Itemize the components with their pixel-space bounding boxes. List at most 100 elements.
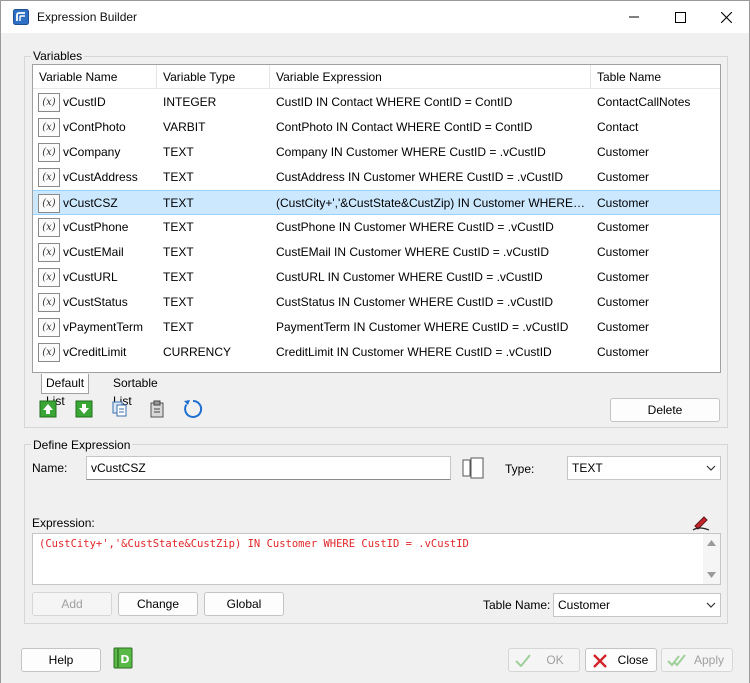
- name-input[interactable]: vCustCSZ: [86, 456, 451, 480]
- global-button[interactable]: Global: [204, 592, 284, 616]
- cell-table-name: Customer: [597, 170, 650, 184]
- tab-default-list[interactable]: Default List: [41, 374, 90, 408]
- cell-variable-type: TEXT: [163, 245, 194, 259]
- cell-variable-type: TEXT: [163, 270, 194, 284]
- title-bar[interactable]: Expression Builder: [1, 1, 749, 33]
- table-row[interactable]: (x) vCustID INTEGER CustID IN Contact WHERE…: [33, 90, 720, 115]
- delete-button[interactable]: Delete: [610, 398, 720, 422]
- book-icon[interactable]: D: [111, 646, 135, 670]
- ok-button[interactable]: OK: [508, 648, 580, 672]
- table-row[interactable]: (x) vCustAddress TEXT CustAddress IN Custom…: [33, 165, 720, 190]
- close-label: Close: [617, 653, 649, 667]
- window-title: Expression Builder: [37, 10, 138, 24]
- column-variable-type[interactable]: Variable Type: [157, 65, 270, 89]
- variable-icon: (x): [38, 168, 60, 187]
- edit-pencil-icon[interactable]: [691, 513, 711, 531]
- cell-variable-expression: CustStatus IN Customer WHERE CustID = .v…: [276, 295, 554, 309]
- cell-variable-expression: CustID IN Contact WHERE ContID = ContID: [276, 95, 513, 109]
- cell-table-name: ContactCallNotes: [597, 95, 691, 109]
- table-row[interactable]: (x) vPaymentTerm TEXT PaymentTerm IN Custom…: [33, 315, 720, 340]
- name-label: Name:: [32, 461, 68, 475]
- scroll-down-icon[interactable]: [707, 572, 716, 578]
- variable-icon: (x): [38, 194, 60, 213]
- minimize-button[interactable]: [611, 1, 657, 33]
- copy-icon[interactable]: [111, 400, 129, 418]
- cell-variable-name: vCustPhone: [63, 220, 129, 234]
- type-select[interactable]: TEXT: [567, 456, 721, 480]
- paste-icon[interactable]: [148, 400, 166, 418]
- check-icon: [515, 654, 531, 667]
- type-label: Type:: [505, 462, 535, 476]
- columns-icon[interactable]: [461, 457, 485, 479]
- cell-variable-name: vPaymentTerm: [63, 320, 144, 334]
- column-table-name[interactable]: Table Name: [591, 65, 720, 89]
- table-name-select[interactable]: Customer: [553, 593, 721, 617]
- variable-icon: (x): [38, 293, 60, 312]
- cell-variable-type: CURRENCY: [163, 345, 232, 359]
- cell-variable-expression: CustPhone IN Customer WHERE CustID = .vC…: [276, 220, 554, 234]
- table-row[interactable]: (x) vCreditLimit CURRENCY CreditLimit IN Cu…: [33, 340, 720, 365]
- expression-text: (CustCity+','&CustState&CustZip) IN Cust…: [39, 538, 469, 550]
- variable-icon: (x): [38, 268, 60, 287]
- cell-variable-type: TEXT: [163, 196, 194, 210]
- red-x-icon: [593, 654, 607, 668]
- close-window-button[interactable]: [703, 1, 749, 33]
- refresh-icon[interactable]: [182, 398, 204, 420]
- table-row[interactable]: (x) vCustCSZ TEXT (CustCity+','&CustState&C…: [33, 190, 720, 215]
- close-button[interactable]: Close: [585, 648, 657, 672]
- cell-variable-type: INTEGER: [163, 95, 217, 109]
- move-up-icon[interactable]: [39, 400, 57, 418]
- cell-variable-name: vCustAddress: [63, 170, 138, 184]
- cell-variable-expression: ContPhoto IN Contact WHERE ContID = Cont…: [276, 120, 533, 134]
- cell-variable-type: TEXT: [163, 295, 194, 309]
- variables-group-label: Variables: [31, 49, 85, 63]
- maximize-icon: [674, 11, 686, 23]
- maximize-button[interactable]: [657, 1, 703, 33]
- add-button[interactable]: Add: [32, 592, 112, 616]
- move-down-icon[interactable]: [75, 400, 93, 418]
- cell-variable-expression: CustEMail IN Customer WHERE CustID = .vC…: [276, 245, 550, 259]
- type-select-value: TEXT: [572, 461, 603, 475]
- variable-icon: (x): [38, 243, 60, 262]
- chevron-down-icon: [706, 465, 716, 471]
- cell-variable-type: TEXT: [163, 170, 194, 184]
- table-row[interactable]: (x) vCustURL TEXT CustURL IN Customer WHERE…: [33, 265, 720, 290]
- cell-variable-name: vCreditLimit: [63, 345, 127, 359]
- table-row[interactable]: (x) vCustStatus TEXT CustStatus IN Customer…: [33, 290, 720, 315]
- minimize-icon: [629, 16, 639, 18]
- help-button[interactable]: Help: [21, 648, 101, 672]
- table-row[interactable]: (x) vCustPhone TEXT CustPhone IN Customer W…: [33, 215, 720, 240]
- tab-sortable-list[interactable]: Sortable List: [109, 374, 162, 408]
- cell-variable-name: vCompany: [63, 145, 121, 159]
- cell-variable-name: vCustStatus: [63, 295, 128, 309]
- cell-table-name: Customer: [597, 270, 650, 284]
- table-row[interactable]: (x) vCustEMail TEXT CustEMail IN Customer W…: [33, 240, 720, 265]
- change-button[interactable]: Change: [118, 592, 198, 616]
- cell-variable-type: VARBIT: [163, 120, 206, 134]
- cell-variable-name: vCustURL: [63, 270, 118, 284]
- table-row[interactable]: (x) vCompany TEXT Company IN Customer WHERE…: [33, 140, 720, 165]
- svg-text:D: D: [120, 653, 129, 666]
- cell-variable-name: vCustID: [63, 95, 106, 109]
- table-row[interactable]: (x) vContPhoto VARBIT ContPhoto IN Contact …: [33, 115, 720, 140]
- cell-variable-expression: CustURL IN Customer WHERE CustID = .vCus…: [276, 270, 543, 284]
- column-variable-name[interactable]: Variable Name: [33, 65, 157, 89]
- expression-label: Expression:: [32, 516, 95, 530]
- cell-table-name: Contact: [597, 120, 639, 134]
- table-name-label: Table Name:: [483, 598, 551, 612]
- expression-scrollbar[interactable]: [703, 534, 720, 584]
- cell-variable-type: TEXT: [163, 145, 194, 159]
- column-variable-expression[interactable]: Variable Expression: [270, 65, 591, 89]
- app-icon: [13, 9, 29, 25]
- cell-table-name: Customer: [597, 345, 650, 359]
- expression-builder-window: Expression Builder Variables Variable Na…: [0, 0, 750, 683]
- scroll-up-icon[interactable]: [707, 540, 716, 546]
- cell-variable-type: TEXT: [163, 220, 194, 234]
- cell-table-name: Customer: [597, 295, 650, 309]
- cell-variable-type: TEXT: [163, 320, 194, 334]
- expression-textarea[interactable]: (CustCity+','&CustState&CustZip) IN Cust…: [32, 533, 721, 585]
- variables-list[interactable]: Variable Name Variable Type Variable Exp…: [32, 64, 721, 373]
- apply-button[interactable]: Apply: [661, 648, 733, 672]
- cell-variable-name: vContPhoto: [63, 120, 126, 134]
- cell-variable-name: vCustCSZ: [63, 196, 118, 210]
